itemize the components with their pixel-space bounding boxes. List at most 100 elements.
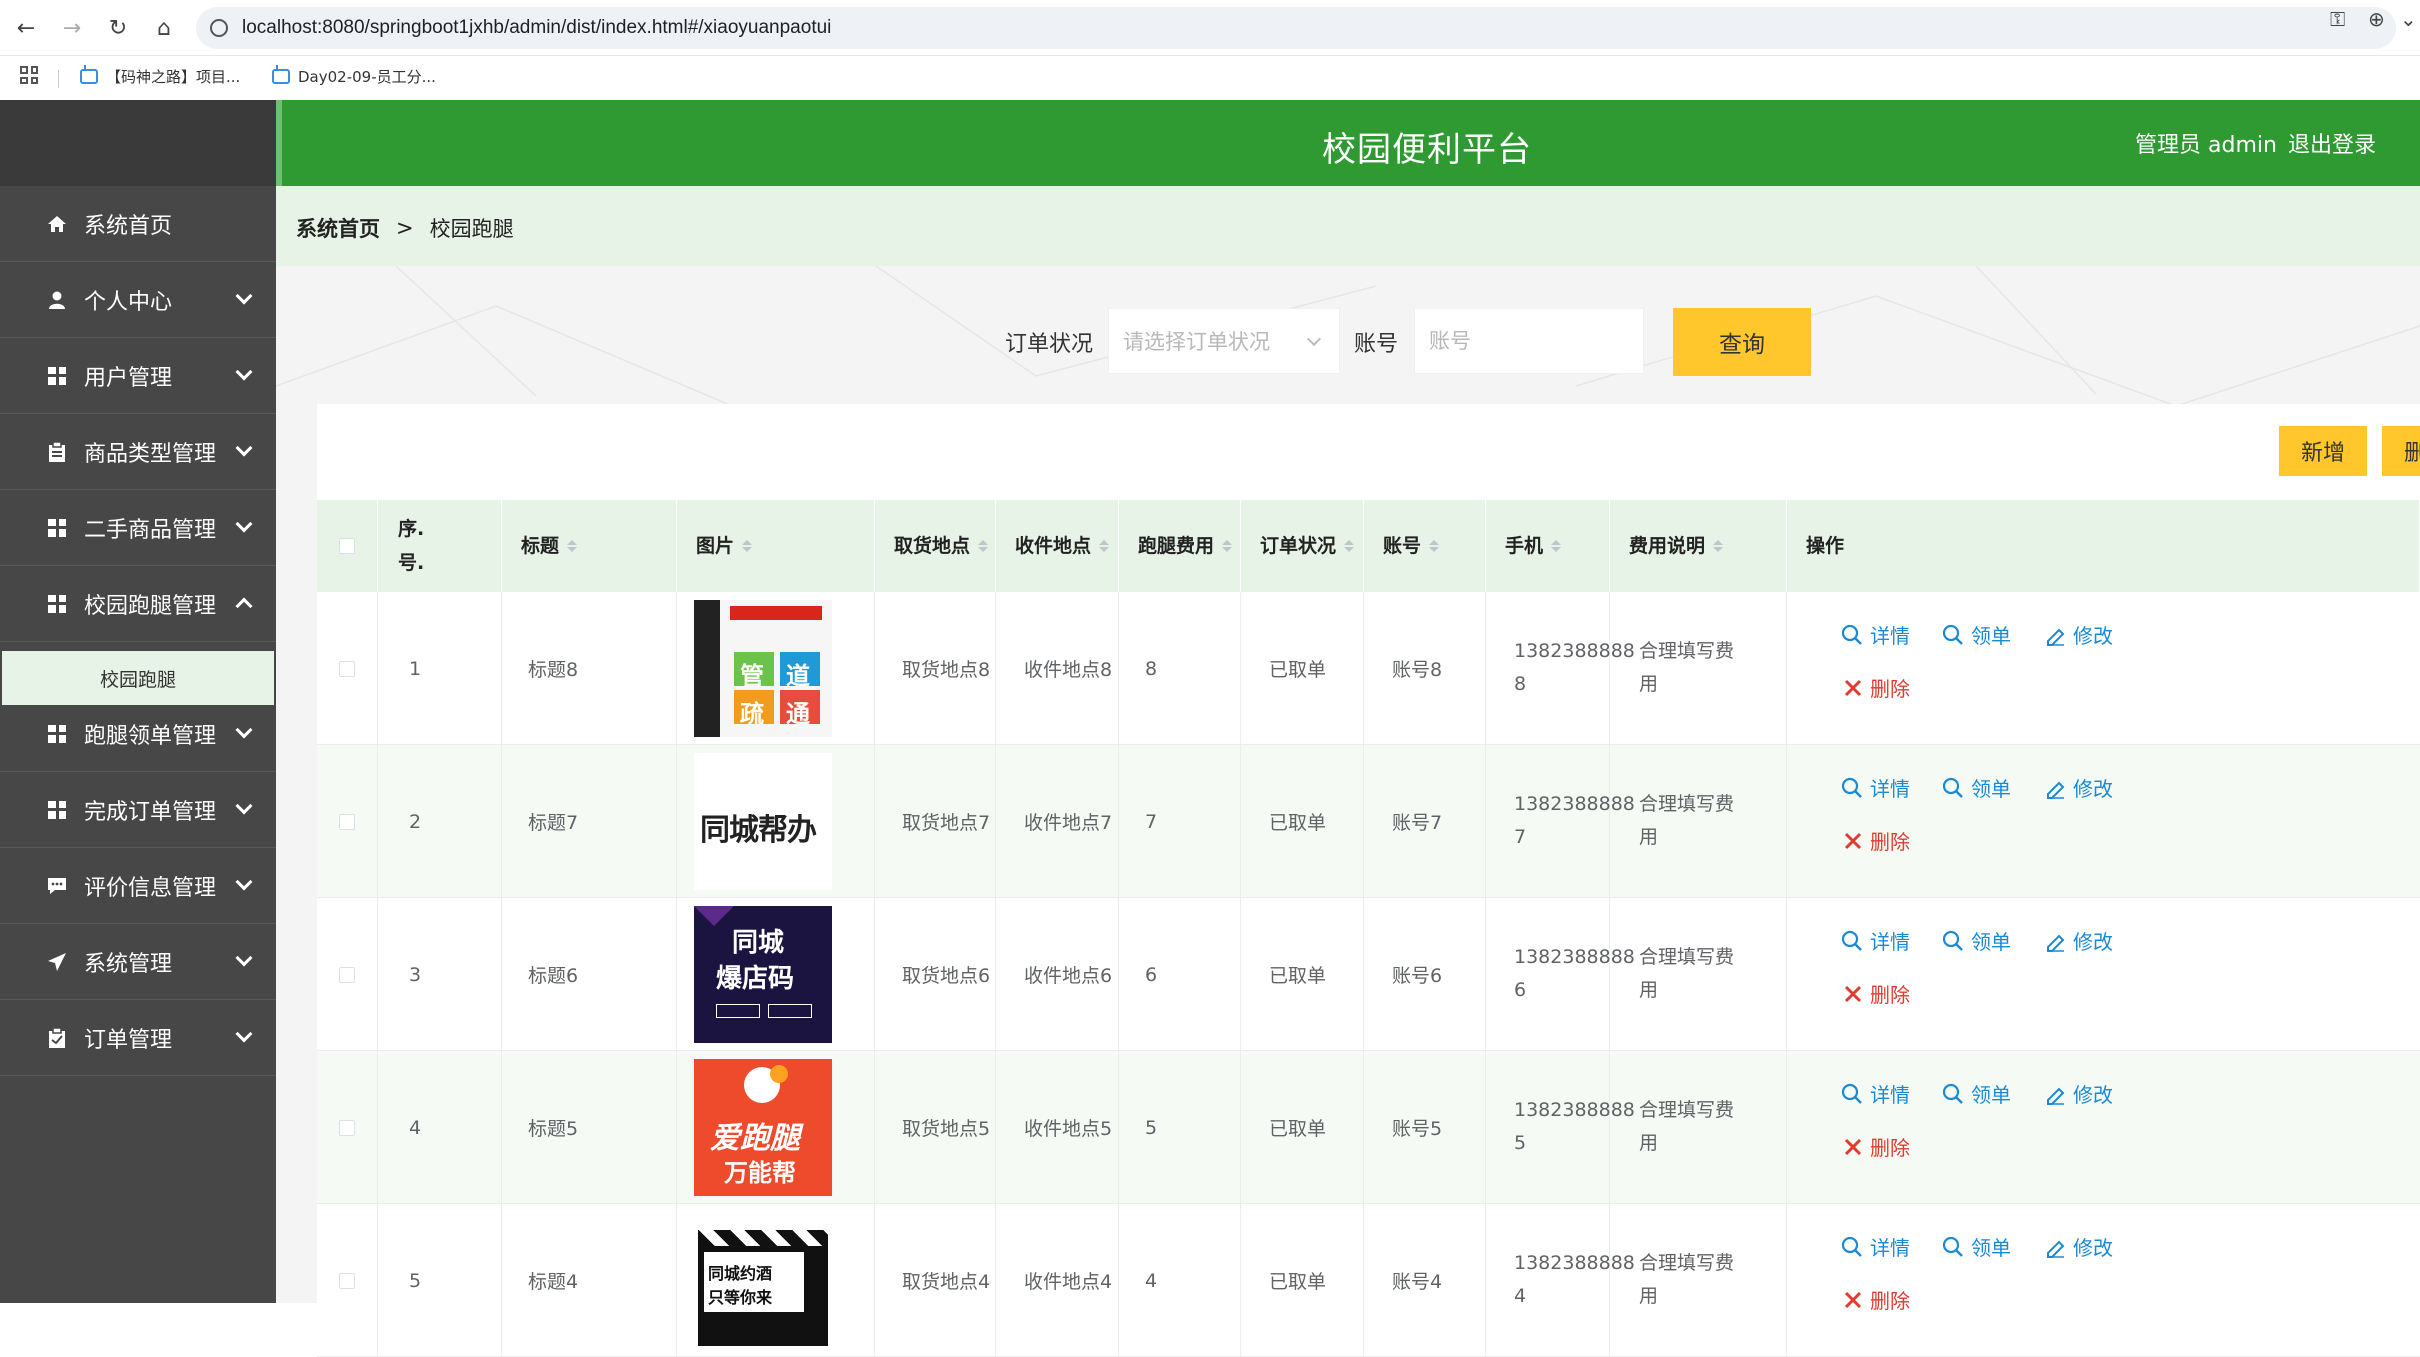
sidebar-item[interactable]: 跑腿领单管理 xyxy=(0,696,276,772)
detail-button[interactable]: 详情 xyxy=(1841,620,1910,649)
batch-delete-button[interactable]: 删 xyxy=(2382,426,2420,476)
user-icon xyxy=(46,289,68,311)
sidebar-item[interactable]: 完成订单管理 xyxy=(0,772,276,848)
logout-button[interactable]: 退出登录 xyxy=(2288,127,2376,159)
detail-icon xyxy=(1841,777,1870,799)
sidebar-item[interactable]: 用户管理 xyxy=(0,338,276,414)
edit-button[interactable]: 修改 xyxy=(2044,926,2113,955)
key-icon[interactable]: ⚿ xyxy=(2330,7,2345,31)
detail-icon xyxy=(1841,624,1870,646)
column-header[interactable]: 订单状况 xyxy=(1241,500,1364,592)
sort-icon[interactable] xyxy=(978,540,989,552)
sidebar-item[interactable]: 系统管理 xyxy=(0,924,276,1000)
take-order-button[interactable]: 领单 xyxy=(1942,773,2011,802)
query-button[interactable]: 查询 xyxy=(1673,308,1811,376)
sidebar-item[interactable]: 订单管理 xyxy=(0,1000,276,1076)
grid-icon xyxy=(46,517,68,539)
column-header[interactable]: 账号 xyxy=(1364,500,1486,592)
url-text: localhost:8080/springboot1jxhb/admin/dis… xyxy=(242,17,832,38)
cell-pickup: 取货地点6 xyxy=(902,965,991,987)
cell-no: 5 xyxy=(409,1269,422,1292)
detail-button[interactable]: 详情 xyxy=(1841,926,1910,955)
row-thumbnail[interactable]: 同城帮办同城帮办 xyxy=(694,753,832,890)
row-checkbox[interactable] xyxy=(339,660,355,677)
column-header[interactable]: 收件地点 xyxy=(996,500,1119,592)
cell-pickup-wrap: 取货地点8 xyxy=(875,592,996,745)
add-button[interactable]: 新增 xyxy=(2279,426,2367,476)
back-icon[interactable]: ← xyxy=(10,12,42,44)
row-checkbox[interactable] xyxy=(339,813,355,830)
cell-fee-wrap: 8 xyxy=(1119,592,1241,745)
column-header[interactable]: 图片 xyxy=(677,500,875,592)
sidebar-item[interactable]: 校园跑腿管理 xyxy=(0,566,276,642)
delete-button[interactable]: 删除 xyxy=(1843,673,1910,702)
row-checkbox-cell xyxy=(317,1204,378,1357)
sort-icon[interactable] xyxy=(1222,540,1233,552)
chevron-down-icon[interactable]: ⌄ xyxy=(2400,7,2417,31)
cell-actions: 详情 领单 修改删除 xyxy=(1787,592,2420,745)
sidebar-item-label: 校园跑腿管理 xyxy=(84,593,217,619)
cell-account: 账号8 xyxy=(1392,659,1443,681)
apps-icon[interactable] xyxy=(20,66,38,84)
detail-button[interactable]: 详情 xyxy=(1841,773,1910,802)
sidebar-item[interactable]: 评价信息管理 xyxy=(0,848,276,924)
take-order-button[interactable]: 领单 xyxy=(1942,1079,2011,1108)
sidebar-item[interactable]: 系统首页 xyxy=(0,186,276,262)
sort-icon[interactable] xyxy=(1713,540,1724,552)
home-icon[interactable]: ⌂ xyxy=(148,12,180,44)
sort-icon[interactable] xyxy=(1099,540,1110,552)
take-order-button[interactable]: 领单 xyxy=(1942,1232,2011,1261)
row-thumbnail[interactable]: 管道疏通管道疏通 xyxy=(694,600,832,737)
sidebar-item[interactable]: 个人中心 xyxy=(0,262,276,338)
cell-pickup: 取货地点5 xyxy=(902,1118,991,1140)
column-header[interactable]: 费用说明 xyxy=(1610,500,1787,592)
detail-button[interactable]: 详情 xyxy=(1841,1079,1910,1108)
sort-icon[interactable] xyxy=(1551,540,1562,552)
address-bar[interactable]: localhost:8080/springboot1jxhb/admin/dis… xyxy=(196,7,2396,49)
sort-icon[interactable] xyxy=(1344,540,1355,552)
column-header[interactable]: 取货地点 xyxy=(875,500,996,592)
column-header[interactable]: 手机 xyxy=(1486,500,1610,592)
row-thumbnail[interactable]: 同城约酒只等你来同城约酒 xyxy=(694,1212,832,1349)
edit-button[interactable]: 修改 xyxy=(2044,620,2113,649)
row-checkbox[interactable] xyxy=(339,1119,355,1136)
delete-button[interactable]: 删除 xyxy=(1843,826,1910,855)
delete-button[interactable]: 删除 xyxy=(1843,1132,1910,1161)
cell-phone: 1382388888 4 xyxy=(1486,1204,1635,1357)
sidebar-subitem-active[interactable]: 校园跑腿 xyxy=(2,651,274,705)
cell-title: 标题7 xyxy=(528,812,579,834)
status-select[interactable]: 请选择订单状况 xyxy=(1108,308,1340,374)
breadcrumb-home[interactable]: 系统首页 xyxy=(296,213,380,243)
sort-icon[interactable] xyxy=(742,540,753,552)
breadcrumb-bar xyxy=(276,186,2420,266)
cell-pickup: 取货地点7 xyxy=(902,812,991,834)
forward-icon[interactable]: → xyxy=(56,12,88,44)
edit-button[interactable]: 修改 xyxy=(2044,1232,2113,1261)
reload-icon[interactable]: ↻ xyxy=(102,12,134,44)
detail-button[interactable]: 详情 xyxy=(1841,1232,1910,1261)
select-all-checkbox[interactable] xyxy=(339,538,355,554)
column-header[interactable]: 跑腿费用 xyxy=(1119,500,1241,592)
row-thumbnail[interactable]: 爱跑腿万能帮爱跑腿万能帮 xyxy=(694,1059,832,1196)
column-header[interactable]: 标题 xyxy=(502,500,677,592)
edit-button[interactable]: 修改 xyxy=(2044,1079,2113,1108)
sort-icon[interactable] xyxy=(567,540,578,552)
sort-icon[interactable] xyxy=(1429,540,1440,552)
sidebar-item[interactable]: 商品类型管理 xyxy=(0,414,276,490)
breadcrumb-current: 校园跑腿 xyxy=(429,217,514,241)
site-info-icon[interactable] xyxy=(210,19,228,37)
bookmark-item[interactable]: Day02-09-员工分... xyxy=(272,65,436,87)
take-order-button[interactable]: 领单 xyxy=(1942,620,2011,649)
zoom-icon[interactable]: ⊕ xyxy=(2368,7,2385,31)
row-thumbnail[interactable]: 同城爆店码同城爆店码 xyxy=(694,906,832,1043)
delete-button[interactable]: 删除 xyxy=(1843,979,1910,1008)
account-search-input[interactable] xyxy=(1414,308,1644,374)
delete-button[interactable]: 删除 xyxy=(1843,1285,1910,1314)
take-order-button[interactable]: 领单 xyxy=(1942,926,2011,955)
take-order-icon xyxy=(1942,1083,1971,1105)
bookmark-item[interactable]: 【码神之路】项目... xyxy=(80,65,240,87)
edit-button[interactable]: 修改 xyxy=(2044,773,2113,802)
row-checkbox[interactable] xyxy=(339,966,355,983)
sidebar-item[interactable]: 二手商品管理 xyxy=(0,490,276,566)
row-checkbox[interactable] xyxy=(339,1272,355,1289)
